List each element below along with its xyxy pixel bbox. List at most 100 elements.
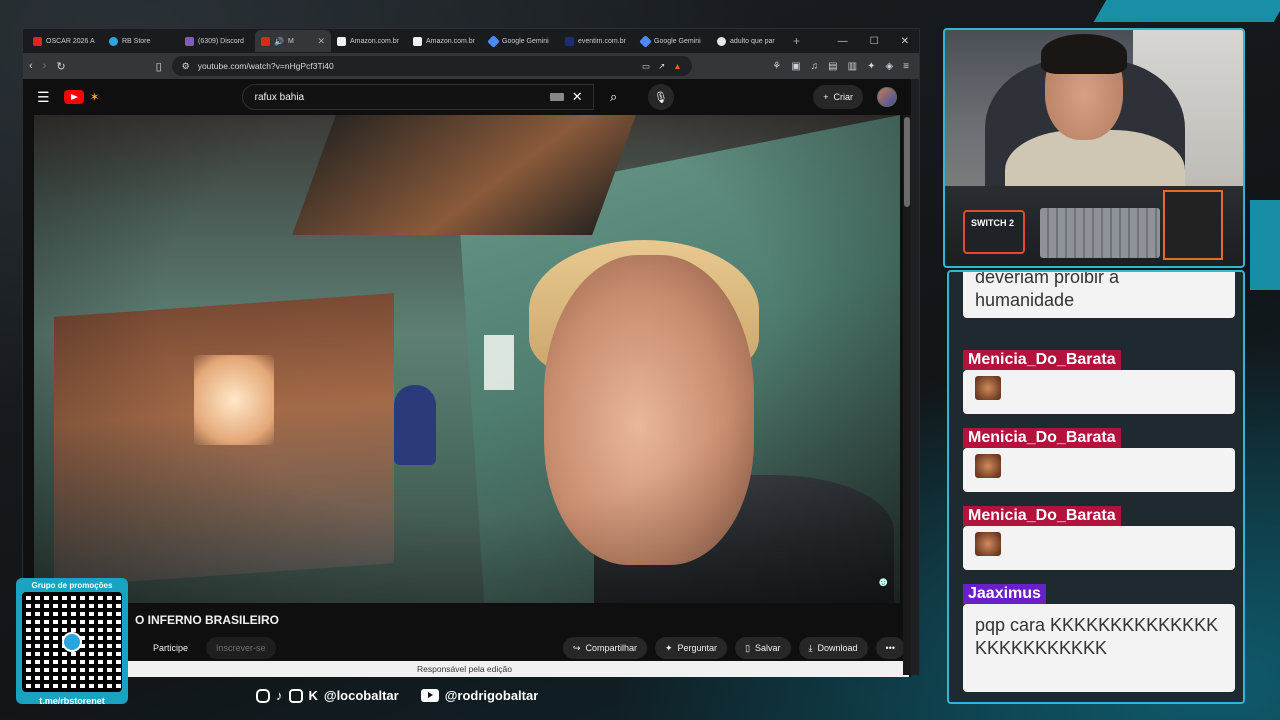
- search-input[interactable]: rafux bahia ✕: [241, 84, 594, 110]
- cast-icon[interactable]: ▭: [642, 61, 650, 72]
- tab[interactable]: Amazon.com.br: [407, 30, 483, 52]
- chat-message-text: deveriam proibir a humanidade: [963, 272, 1235, 318]
- join-label: Participe: [153, 643, 189, 653]
- telegram-icon: [62, 632, 82, 652]
- save-button[interactable]: ▯ Salvar: [735, 637, 791, 659]
- minimize-icon[interactable]: —: [838, 36, 848, 47]
- browser-window: OSCAR 2026 A RB Store (6309) Discord 🔊 M ✕…: [22, 28, 920, 677]
- youtube-logo[interactable]: [63, 90, 84, 104]
- switch-label: SWITCH 2: [971, 218, 1015, 228]
- tab-active[interactable]: 🔊 M ✕: [255, 30, 331, 52]
- tab-bar: OSCAR 2026 A RB Store (6309) Discord 🔊 M ✕…: [23, 29, 919, 53]
- plus-icon: +: [823, 92, 829, 102]
- download-icon: ⤓: [808, 642, 813, 653]
- close-tab-icon[interactable]: ✕: [317, 36, 325, 47]
- download-label: Download: [817, 643, 858, 653]
- music-icon[interactable]: ♫: [811, 61, 819, 72]
- extensions-toolbar: ⚘ ▣ ♫ ▤ ▥ ✦ ◈ ≡: [772, 61, 913, 72]
- subscribe-button[interactable]: Inscrever-se: [206, 637, 276, 659]
- paint-splash: [1093, 0, 1280, 22]
- tab[interactable]: adulto que par: [711, 30, 787, 52]
- window-controls: — ☐ ✕: [838, 36, 919, 47]
- voice-search-button[interactable]: 🎙: [647, 84, 674, 110]
- bookmark-icon: ▯: [745, 642, 751, 653]
- youtube-page: ☰ ✶ rafux bahia ✕ ⌕ 🎙 + Criar ☻ O INFERN…: [23, 79, 911, 677]
- qr-title: Grupo de promoções: [31, 581, 113, 590]
- sidebar-icon[interactable]: ▤: [828, 61, 837, 72]
- chat-username: Menicia_Do_Barata: [963, 506, 1121, 526]
- search-button[interactable]: ⌕: [594, 84, 634, 110]
- social-handle: @locobaltar: [323, 688, 399, 703]
- tab[interactable]: Google Gemini: [635, 30, 711, 52]
- speaker-icon: 🔊: [274, 36, 284, 46]
- tab[interactable]: (6309) Discord: [179, 30, 255, 52]
- emote-icon: [975, 454, 1001, 478]
- chat-message: Menicia_Do_Barata: [963, 350, 1235, 414]
- menu-hamburger-icon[interactable]: ☰: [37, 89, 50, 106]
- download-button[interactable]: ⤓ Download: [798, 637, 868, 659]
- chat-message-body: [963, 370, 1235, 414]
- emote-icon: [975, 376, 1001, 400]
- avatar[interactable]: [877, 87, 897, 107]
- chat-message: deveriam proibir a humanidade: [963, 272, 1235, 318]
- maximize-icon[interactable]: ☐: [870, 36, 879, 47]
- tab-favicon-icon: [717, 36, 726, 46]
- tab-label: Google Gemini: [654, 37, 701, 45]
- tab-label: Google Gemini: [502, 37, 549, 45]
- create-button[interactable]: + Criar: [813, 85, 863, 109]
- tab-favicon-icon: [109, 36, 118, 46]
- ask-button[interactable]: ✦ Perguntar: [654, 637, 728, 659]
- extension-icon[interactable]: ⚘: [772, 61, 781, 72]
- more-actions-button[interactable]: •••: [875, 637, 905, 659]
- qr-code: [22, 592, 122, 692]
- tab-label: Amazon.com.br: [426, 37, 476, 45]
- extension-icon[interactable]: ▣: [791, 61, 800, 72]
- wallet-icon[interactable]: ▥: [848, 61, 857, 72]
- reload-icon[interactable]: ↻: [56, 60, 65, 73]
- channel-watermark-icon[interactable]: ☻: [876, 574, 890, 589]
- tab[interactable]: RB Store: [103, 30, 179, 52]
- mic-icon: 🎙: [653, 91, 668, 104]
- chat-username: Menicia_Do_Barata: [963, 350, 1121, 370]
- chat-message: Menicia_Do_Barata: [963, 506, 1235, 570]
- url-field[interactable]: ⚙ youtube.com/watch?v=nHgPcf3Ti40 ▭ ↗ ▲: [171, 56, 692, 76]
- social-handles: ♪ K @locobaltar @rodrigobaltar: [256, 688, 538, 703]
- tab[interactable]: eventim.com.br: [559, 30, 635, 52]
- tab[interactable]: Amazon.com.br: [331, 30, 407, 52]
- chat-message-body: [963, 526, 1235, 570]
- clear-search-icon[interactable]: ✕: [572, 89, 583, 105]
- social-handle: @rodrigobaltar: [444, 688, 539, 703]
- sparkle-icon: ✦: [664, 642, 673, 653]
- page-scrollbar[interactable]: [903, 115, 911, 675]
- brave-shield-icon[interactable]: ▲: [673, 61, 691, 71]
- address-bar: ‹ › ↻ ▯ ⚙ youtube.com/watch?v=nHgPcf3Ti4…: [23, 53, 919, 79]
- tab-favicon-icon: [185, 36, 194, 46]
- back-icon[interactable]: ‹: [29, 60, 33, 72]
- share-button[interactable]: ↪ Compartilhar: [562, 637, 647, 659]
- site-info-icon[interactable]: ⚙: [182, 61, 190, 72]
- bookmark-icon[interactable]: ▯: [156, 60, 162, 73]
- tab-favicon-icon: [565, 36, 574, 46]
- tab[interactable]: OSCAR 2026 A: [27, 30, 103, 52]
- doodle-icon: ✶: [89, 90, 100, 104]
- tab-favicon-icon: [33, 36, 42, 46]
- new-tab-icon[interactable]: +: [793, 34, 800, 48]
- keyboard-icon[interactable]: [549, 93, 564, 101]
- share-icon[interactable]: ↗: [658, 61, 665, 72]
- chat-message-text: pqp cara KKKKKKKKKKKKKKKKKKKKKKKKK: [963, 604, 1235, 692]
- tab-favicon-icon: [261, 36, 270, 46]
- video-player[interactable]: ☻: [34, 115, 900, 603]
- leo-ai-icon[interactable]: ✦: [867, 61, 875, 72]
- forward-icon[interactable]: ›: [43, 60, 47, 72]
- close-window-icon[interactable]: ✕: [901, 36, 909, 47]
- menu-icon[interactable]: ≡: [903, 61, 909, 72]
- scrollbar-thumb[interactable]: [904, 117, 910, 207]
- vpn-icon[interactable]: ◈: [885, 61, 893, 72]
- tab[interactable]: Google Gemini: [483, 30, 559, 52]
- video-action-bar: Participe Inscrever-se ↪ Compartilhar ✦ Pe…: [145, 637, 905, 659]
- instagram-icon: [256, 688, 270, 703]
- join-button[interactable]: Participe: [145, 637, 198, 659]
- video-title: O INFERNO BRASILEIRO: [135, 613, 280, 627]
- create-label: Criar: [833, 92, 854, 102]
- twitch-icon: [288, 688, 303, 703]
